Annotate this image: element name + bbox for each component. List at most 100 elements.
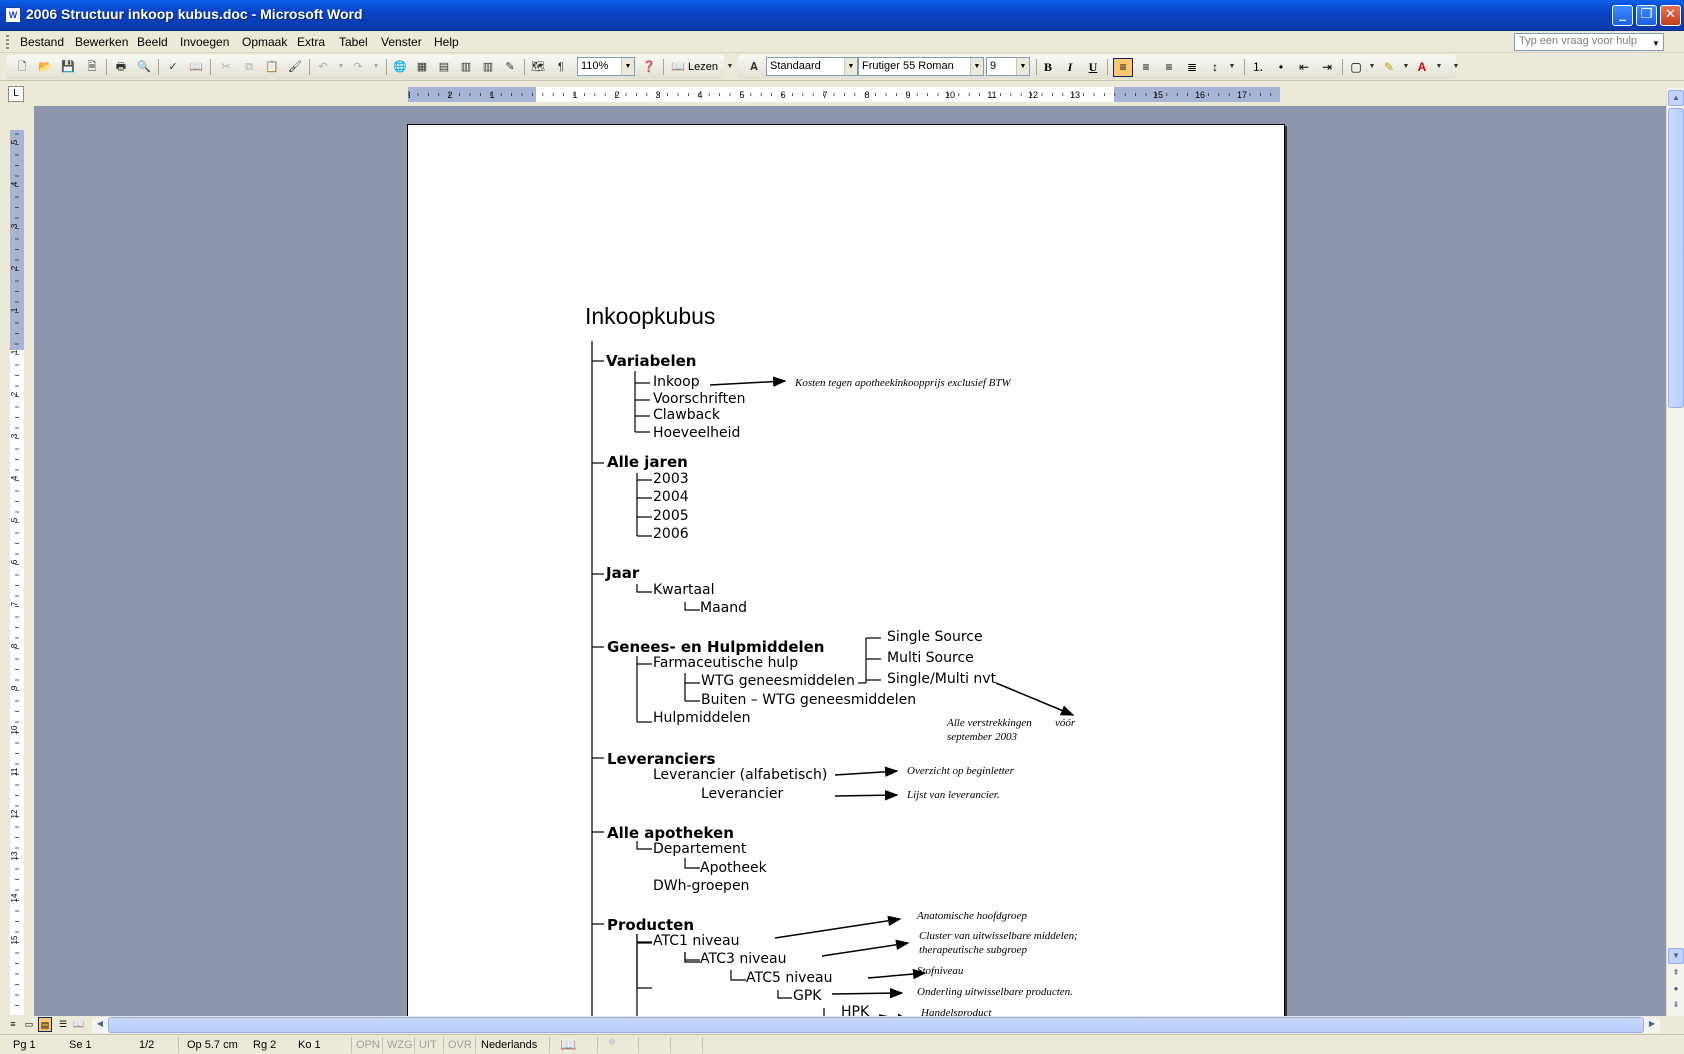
line-spacing-icon[interactable]: ↕ <box>1205 58 1225 77</box>
copy-icon[interactable]: ⧉ <box>241 59 257 75</box>
font-size-dropdown-icon[interactable]: ▼ <box>1016 58 1029 75</box>
justify-icon[interactable]: ≣ <box>1182 58 1202 77</box>
italic-button[interactable]: I <box>1060 58 1080 77</box>
menubar-grip[interactable] <box>6 35 9 49</box>
scroll-up-icon[interactable]: ▲ <box>1668 90 1684 106</box>
outline-view-icon[interactable]: ☰ <box>56 1017 70 1032</box>
status-record-macro[interactable]: OPN <box>356 1039 380 1051</box>
spelling-status-icon[interactable]: 📖 <box>560 1037 576 1053</box>
insert-table-icon[interactable]: ▤ <box>436 59 452 75</box>
horizontal-scroll-thumb[interactable] <box>108 1017 1644 1033</box>
research-icon[interactable]: 📖 <box>188 59 204 75</box>
next-page-icon[interactable]: ⇟ <box>1668 998 1684 1014</box>
formatting-options-icon[interactable]: ▼ <box>1448 59 1464 75</box>
previous-page-icon[interactable]: ⇞ <box>1668 966 1684 982</box>
read-mode-icon[interactable]: 📖 <box>670 59 686 75</box>
vertical-scrollbar[interactable]: ▲ ▼ ⇞ ● ⇟ <box>1666 88 1684 1018</box>
document-page[interactable]: Inkoopkubus Variabelen Inkoop Voorschrif… <box>407 124 1285 1024</box>
menu-tabel[interactable]: Tabel <box>339 35 368 49</box>
word-app-icon[interactable]: W <box>5 7 21 23</box>
reading-layout-icon[interactable]: 📖 <box>72 1017 86 1032</box>
status-language[interactable]: Nederlands <box>481 1039 537 1051</box>
menu-venster[interactable]: Venster <box>381 35 422 49</box>
menu-opmaak[interactable]: Opmaak <box>242 35 287 49</box>
print-icon[interactable]: 🖶 <box>113 59 129 75</box>
columns-icon[interactable]: ▥ <box>480 59 496 75</box>
drawing-icon[interactable]: ✎ <box>502 59 518 75</box>
print-preview-icon[interactable]: 🔍 <box>136 59 152 75</box>
undo-dropdown-icon[interactable]: ▼ <box>333 59 349 75</box>
redo-dropdown-icon[interactable]: ▼ <box>368 59 384 75</box>
menu-extra[interactable]: Extra <box>297 35 325 49</box>
highlight-icon[interactable]: ✎ <box>1379 58 1399 77</box>
paste-icon[interactable]: 📋 <box>264 59 280 75</box>
zoom-select[interactable]: 110% ▼ <box>577 57 635 76</box>
underline-button[interactable]: U <box>1083 58 1103 77</box>
font-size-select[interactable]: 9 ▼ <box>986 57 1030 76</box>
vertical-scroll-thumb[interactable] <box>1668 108 1684 408</box>
save-icon[interactable]: 💾 <box>60 59 76 75</box>
status-extend-selection[interactable]: UIT <box>419 1039 437 1051</box>
font-color-dropdown-icon[interactable]: ▼ <box>1431 59 1447 75</box>
status-overtype[interactable]: OVR <box>448 1039 472 1051</box>
menu-invoegen[interactable]: Invoegen <box>180 35 229 49</box>
help-question-input[interactable]: Typ een vraag voor hulp <box>1514 33 1664 51</box>
show-formatting-icon[interactable]: ¶ <box>553 59 569 75</box>
new-document-icon[interactable]: 🗋 <box>14 59 30 75</box>
align-left-icon[interactable]: ≡ <box>1113 58 1133 77</box>
vertical-ruler[interactable]: 5 4 3 2 1 1 2 3 4 5 6 7 8 9 10 11 12 13 14 15 <box>10 130 24 1015</box>
font-dropdown-icon[interactable]: ▼ <box>970 58 983 75</box>
cut-icon[interactable]: ✂ <box>218 59 234 75</box>
scroll-left-icon[interactable]: ◀ <box>92 1017 108 1033</box>
insert-excel-icon[interactable]: ▥ <box>458 59 474 75</box>
style-dropdown-icon[interactable]: ▼ <box>844 58 857 75</box>
menu-bewerken[interactable]: Bewerken <box>75 35 128 49</box>
increase-indent-icon[interactable]: ⇥ <box>1317 58 1337 77</box>
font-size-value: 9 <box>990 60 997 72</box>
normal-view-icon[interactable]: ≡ <box>6 1017 20 1032</box>
web-view-icon[interactable]: ▭ <box>22 1017 36 1032</box>
bullets-icon[interactable]: • <box>1271 58 1291 77</box>
help-dropdown-icon[interactable]: ▼ <box>1652 39 1660 48</box>
redo-icon[interactable]: ↷ <box>350 59 366 75</box>
permission-icon[interactable]: 🗎 <box>84 59 100 75</box>
minimize-button[interactable]: _ <box>1612 5 1633 26</box>
bold-button[interactable]: B <box>1038 58 1058 77</box>
menu-help[interactable]: Help <box>434 35 459 49</box>
undo-icon[interactable]: ↶ <box>315 59 331 75</box>
font-color-icon[interactable]: A <box>1412 58 1432 77</box>
browse-object-icon[interactable]: ● <box>1668 982 1684 998</box>
hyperlink-icon[interactable]: 🌐 <box>392 59 408 75</box>
menu-beeld[interactable]: Beeld <box>137 35 168 49</box>
horizontal-ruler[interactable]: 32112345678910111213151617 <box>408 87 1280 102</box>
help-icon[interactable]: ❓ <box>641 59 657 75</box>
read-mode-button[interactable]: Lezen <box>688 61 718 73</box>
borders-dropdown-icon[interactable]: ▼ <box>1364 59 1380 75</box>
status-track-changes[interactable]: WZG <box>387 1039 413 1051</box>
tab-selector[interactable]: L <box>8 86 24 102</box>
print-layout-icon[interactable]: ▤ <box>38 1017 52 1032</box>
close-button[interactable]: ✕ <box>1660 5 1681 26</box>
menu-bestand[interactable]: Bestand <box>20 35 64 49</box>
document-map-icon[interactable]: 🗺 <box>530 59 546 75</box>
font-select[interactable]: Frutiger 55 Roman ▼ <box>858 57 984 76</box>
horizontal-scrollbar[interactable]: ◀ ▶ <box>92 1017 1660 1033</box>
borders-icon[interactable]: ▢ <box>1346 58 1366 77</box>
zoom-dropdown-icon[interactable]: ▼ <box>621 58 634 75</box>
format-painter-icon[interactable]: 🖌 <box>287 59 303 75</box>
heading-genees-hulpmiddelen: Genees- en Hulpmiddelen <box>607 638 825 656</box>
open-folder-icon[interactable]: 📂 <box>37 59 53 75</box>
scroll-right-icon[interactable]: ▶ <box>1644 1017 1660 1033</box>
scroll-down-icon[interactable]: ▼ <box>1668 948 1684 964</box>
tables-borders-icon[interactable]: ▦ <box>414 59 430 75</box>
align-center-icon[interactable]: ≡ <box>1136 58 1156 77</box>
decrease-indent-icon[interactable]: ⇤ <box>1294 58 1314 77</box>
styles-pane-icon[interactable]: 𝐀 <box>746 59 762 75</box>
spelling-check-icon[interactable]: ✓ <box>165 59 181 75</box>
line-spacing-dropdown-icon[interactable]: ▼ <box>1224 59 1240 75</box>
toolbar-options-icon[interactable]: ▼ <box>722 59 738 75</box>
restore-button[interactable]: ❐ <box>1636 5 1657 26</box>
numbering-icon[interactable]: ⒈ <box>1248 58 1268 77</box>
style-select[interactable]: Standaard ▼ <box>766 57 858 76</box>
align-right-icon[interactable]: ≡ <box>1159 58 1179 77</box>
